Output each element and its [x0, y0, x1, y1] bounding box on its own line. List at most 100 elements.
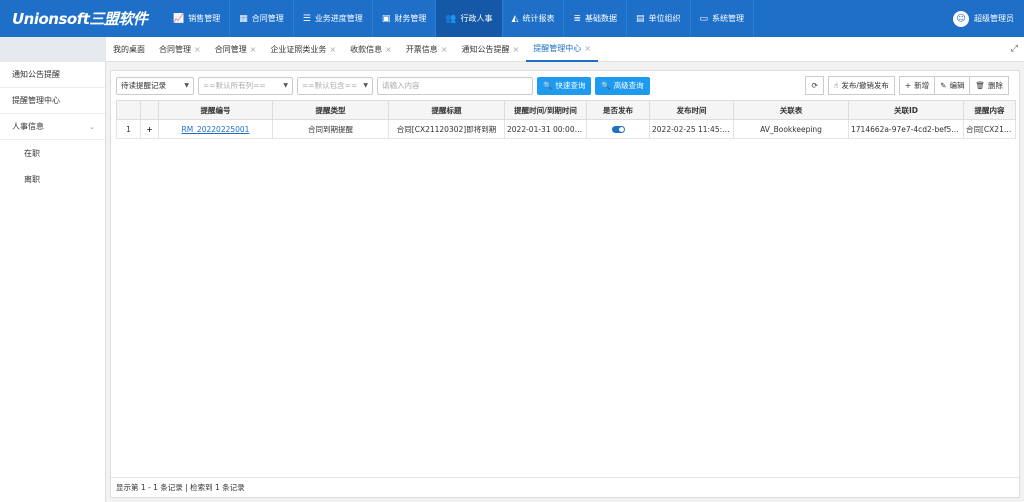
tab-contract-2[interactable]: 合同管理 ×: [208, 37, 264, 62]
nav-label: 统计报表: [522, 14, 555, 23]
header-title[interactable]: 提醒标题: [388, 100, 505, 120]
nav-label: 销售管理: [188, 14, 221, 23]
sidebar-item-reminder-center[interactable]: 提醒管理中心: [0, 88, 105, 114]
search-icon: 🔍: [543, 81, 553, 90]
table-row[interactable]: 1 + RM_20220225001 合同到期提醒 合同[CX21120302]…: [116, 119, 1016, 139]
tab-receipt[interactable]: 收款信息 ×: [343, 37, 399, 62]
content-panel: 待读提醒记录 ▼ ==默认所有列== ▼ ==默认包含== ▼ 请输入内容 🔍 快速查询…: [110, 70, 1020, 498]
user-menu[interactable]: ☺ 超级管理员: [953, 0, 1014, 37]
header-time[interactable]: 提醒时间/到期时间: [504, 100, 587, 120]
tab-license[interactable]: 企业证照类业务 ×: [263, 37, 343, 62]
nav-item-reports[interactable]: ◭ 统计报表: [503, 0, 565, 37]
header-type[interactable]: 提醒类型: [272, 100, 389, 120]
close-icon[interactable]: ×: [329, 45, 336, 54]
caret-down-icon: ▼: [283, 82, 288, 89]
published-toggle[interactable]: [611, 126, 625, 133]
sidebar-item-notice[interactable]: 通知公告提醒: [0, 62, 105, 88]
money-icon: ▣: [381, 13, 391, 24]
cell-content: 合同[CX21120...: [963, 119, 1016, 139]
close-icon[interactable]: ×: [250, 45, 257, 54]
header-related-table[interactable]: 关联表: [733, 100, 849, 120]
org-icon: ▤: [636, 13, 645, 24]
nav-label: 基础数据: [585, 14, 618, 23]
close-icon[interactable]: ×: [194, 45, 201, 54]
tab-label: 企业证照类业务: [270, 44, 327, 54]
tab-label: 开票信息: [405, 44, 438, 54]
select-value: ==默认所有列==: [203, 81, 266, 90]
edit-button[interactable]: ✎ 编辑: [934, 76, 971, 95]
sidebar-item-hr-info[interactable]: 人事信息 ⌄: [0, 114, 105, 140]
cell-related-id: 1714662a-97e7-4cd2-bef5-f...: [848, 119, 964, 139]
advanced-search-button[interactable]: 🔍 高级查询: [595, 76, 650, 95]
nav-item-basic-data[interactable]: ≣ 基础数据: [564, 0, 628, 37]
header-content[interactable]: 提醒内容: [963, 100, 1016, 120]
nav-item-contract[interactable]: ▦ 合同管理: [230, 0, 294, 37]
header-expand: [140, 100, 159, 120]
tab-label: 合同管理: [214, 44, 247, 54]
header-code[interactable]: 提醒编号: [158, 100, 273, 120]
header-related-id[interactable]: 关联ID: [848, 100, 964, 120]
sidebar-item-resigned[interactable]: 离职: [0, 166, 105, 192]
hand-icon: ☝: [833, 81, 839, 90]
tab-invoice[interactable]: 开票信息 ×: [399, 37, 455, 62]
nav-item-sales[interactable]: 📈 销售管理: [164, 0, 231, 37]
tab-label: 合同管理: [159, 44, 191, 54]
record-count-text: 显示第 1 - 1 条记录 | 检索到 1 条记录: [116, 483, 245, 492]
nav-item-system[interactable]: ▭ 系统管理: [691, 0, 755, 37]
close-icon[interactable]: ×: [584, 44, 591, 53]
tab-label: 提醒管理中心: [533, 43, 582, 53]
chevron-down-icon: ⌄: [89, 122, 95, 131]
users-icon: 👥: [445, 13, 457, 24]
tab-notice[interactable]: 通知公告提醒 ×: [455, 37, 527, 62]
nav-item-org[interactable]: ▤ 单位组织: [627, 0, 691, 37]
record-type-select[interactable]: 待读提醒记录 ▼: [116, 76, 194, 95]
select-value: ==默认包含==: [302, 81, 358, 90]
select-value: 待读提醒记录: [121, 81, 166, 90]
expand-row-icon[interactable]: +: [140, 119, 159, 139]
header-publish-time[interactable]: 发布时间: [649, 100, 734, 120]
nav-item-finance[interactable]: ▣ 财务管理: [373, 0, 437, 37]
nav-item-admin-hr[interactable]: 👥 行政人事: [436, 0, 503, 37]
refresh-icon: ⟳: [811, 81, 818, 90]
column-select[interactable]: ==默认所有列== ▼: [198, 76, 293, 95]
nav-label: 行政人事: [460, 14, 493, 23]
close-icon[interactable]: ×: [513, 45, 520, 54]
cell-published: [586, 119, 650, 139]
tab-desktop[interactable]: 我的桌面: [106, 37, 152, 62]
close-icon[interactable]: ×: [441, 45, 448, 54]
trash-icon: 🗑: [975, 81, 985, 90]
tab-reminder-center[interactable]: 提醒管理中心 ×: [526, 37, 598, 62]
add-button[interactable]: + 新增: [898, 76, 936, 95]
expand-icon[interactable]: ⤢: [1011, 44, 1018, 54]
top-navbar: Unionsoft三盟软件 📈 销售管理 ▦ 合同管理 ☰ 业务进度管理 ▣ 财务管理 …: [0, 0, 1024, 37]
sidebar-item-label: 在职: [24, 148, 40, 158]
grid-icon: ▦: [239, 13, 248, 24]
button-label: 发布/撤销发布: [841, 81, 889, 90]
tab-label: 收款信息: [350, 44, 383, 54]
sidebar-item-employed[interactable]: 在职: [0, 140, 105, 166]
chart-icon: 📈: [173, 13, 185, 24]
match-select[interactable]: ==默认包含== ▼: [297, 76, 373, 95]
tab-contract-1[interactable]: 合同管理 ×: [152, 37, 208, 62]
header-published[interactable]: 是否发布: [586, 100, 650, 120]
edit-icon: ✎: [940, 81, 947, 90]
caret-down-icon: ▼: [184, 82, 189, 89]
reminder-code-link[interactable]: RM_20220225001: [158, 119, 273, 139]
sidebar-header: [0, 37, 106, 62]
plus-icon: +: [904, 81, 912, 90]
table-header-row: 提醒编号 提醒类型 提醒标题 提醒时间/到期时间 是否发布 发布时间 关联表 关…: [116, 100, 1016, 120]
sliders-icon: ☰: [302, 13, 311, 24]
cell-time: 2022-01-31 00:00:00: [504, 119, 587, 139]
monitor-icon: ▭: [699, 13, 709, 24]
delete-button[interactable]: 🗑 删除: [969, 76, 1009, 95]
quick-search-button[interactable]: 🔍 快速查询: [537, 76, 592, 95]
nav-item-progress[interactable]: ☰ 业务进度管理: [294, 0, 373, 37]
search-input[interactable]: 请输入内容: [377, 76, 533, 95]
publish-button[interactable]: ☝ 发布/撤销发布: [827, 76, 895, 95]
tab-label: 通知公告提醒: [461, 44, 510, 54]
app-logo[interactable]: Unionsoft三盟软件: [0, 0, 164, 37]
sidebar: 通知公告提醒 提醒管理中心 人事信息 ⌄ 在职 离职: [0, 62, 106, 502]
close-icon[interactable]: ×: [385, 45, 392, 54]
refresh-button[interactable]: ⟳: [805, 76, 824, 95]
tab-label: 我的桌面: [113, 44, 145, 54]
